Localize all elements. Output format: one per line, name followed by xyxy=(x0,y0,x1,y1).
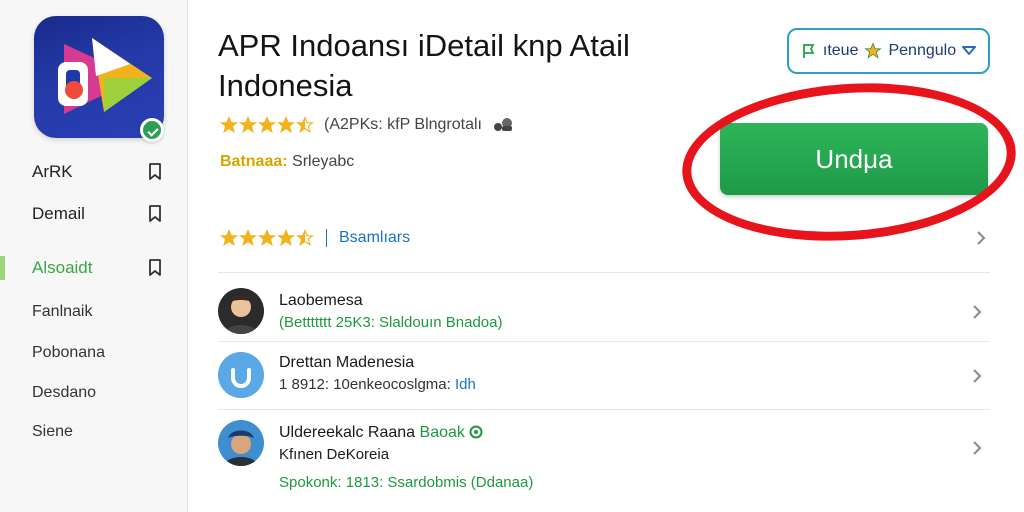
chevron-right-icon[interactable] xyxy=(972,368,982,384)
bookmark-icon[interactable] xyxy=(148,163,162,181)
star-icon xyxy=(296,229,314,247)
sidebar-item-label: Siene xyxy=(32,423,73,440)
avatar xyxy=(218,352,264,398)
sidebar-item-3[interactable]: Fanlnaik xyxy=(0,294,188,330)
avatar xyxy=(218,288,264,334)
list-item-subtitle: (Bettttttt 25K3: Slaldouın Bnadoa) xyxy=(279,314,503,331)
app-title-line-2: Indonesia xyxy=(218,68,353,103)
app-rating-row: (A2PKs: kfP Blngrotalı xyxy=(220,116,514,134)
list-item[interactable]: Laobemesa (Bettttttt 25K3: Slaldouın Bna… xyxy=(218,286,990,338)
language-label-2: Penngulo xyxy=(888,42,957,59)
chevron-right-icon[interactable] xyxy=(972,440,982,456)
list-item[interactable]: Uldereekalc Raana Baoak Kfınen DeKoreia … xyxy=(218,420,990,496)
star-icon xyxy=(277,116,295,134)
sidebar-item-4[interactable]: Pobonana xyxy=(0,335,188,371)
star-icon xyxy=(296,116,314,134)
review-rating-stars xyxy=(220,229,314,247)
app-title-line-1: APR Indoansı iDetail knp Atail xyxy=(218,28,630,63)
download-button[interactable]: Undμa xyxy=(720,123,988,195)
sidebar-item-5[interactable]: Desdano xyxy=(0,375,188,411)
language-label: ıteue xyxy=(822,42,859,59)
sidebar-item-0[interactable]: ArRK xyxy=(0,154,188,190)
star-icon xyxy=(277,229,295,247)
language-select-button[interactable]: ıteue Penngulo xyxy=(787,28,990,74)
list-item-subtitle-link[interactable]: Idh xyxy=(455,376,476,393)
avatar xyxy=(218,420,264,466)
share-icon[interactable] xyxy=(492,117,514,133)
star-icon xyxy=(239,229,257,247)
list-item-title: Laobemesa xyxy=(279,292,363,309)
rating-text: (A2PKs: kfP Blngrotalı xyxy=(324,116,482,133)
list-item-title: Drettan Madenesia xyxy=(279,354,415,371)
list-item-title: Uldereekalc Raana Baoak xyxy=(279,424,483,442)
sidebar-item-label: Fanlnaik xyxy=(32,303,93,320)
reviews-link[interactable]: Bsamlıars xyxy=(339,229,410,247)
divider xyxy=(218,272,990,273)
bookmark-icon[interactable] xyxy=(148,259,162,277)
review-summary[interactable]: Bsamlıars xyxy=(220,226,990,250)
sidebar-item-label: Alsoaidt xyxy=(32,258,93,277)
sidebar-item-label: Desdano xyxy=(32,384,97,401)
list-item-subtitle-text: 1 8912: 10enkeocoslgma: xyxy=(279,376,451,393)
page-title: APR Indoansı iDetail knp Atail Indonesia xyxy=(218,26,678,106)
list-item-title-text: Uldereekalc Raana xyxy=(279,424,416,441)
sidebar-item-2[interactable]: Alsoaidt xyxy=(0,250,188,286)
star-icon xyxy=(864,42,883,59)
star-icon xyxy=(220,229,238,247)
sidebar-item-1[interactable]: Demail xyxy=(0,196,188,232)
list-item[interactable]: Drettan Madenesia 1 8912: 10enkeocoslgma… xyxy=(218,350,990,402)
meta-value: Srleyabc xyxy=(292,153,355,170)
chevron-right-icon[interactable] xyxy=(972,304,982,320)
app-meta-row: Batnaaa: Srleyabc xyxy=(220,153,354,171)
chevron-down-icon xyxy=(962,46,977,55)
rating-stars xyxy=(220,116,314,134)
verified-badge-icon xyxy=(140,118,164,142)
list-item-subtitle: Spokonk: 1813: Ssardobmis (Ddanaa) xyxy=(279,474,534,491)
star-icon xyxy=(220,116,238,134)
list-item-subtitle: 1 8912: 10enkeocoslgma: Idh xyxy=(279,376,476,393)
list-item-tag: Baoak xyxy=(419,424,465,441)
sidebar-item-label: ArRK xyxy=(32,162,73,181)
list-item-title-2: Kfınen DeKoreia xyxy=(279,446,390,463)
bookmark-icon[interactable] xyxy=(148,205,162,223)
sidebar-item-label: Demail xyxy=(32,204,85,223)
separator xyxy=(326,229,327,247)
star-icon xyxy=(239,116,257,134)
chevron-right-icon[interactable] xyxy=(976,230,986,246)
star-icon xyxy=(258,229,276,247)
sidebar-item-label: Pobonana xyxy=(32,344,105,361)
verified-icon xyxy=(469,425,483,439)
star-icon xyxy=(258,116,276,134)
sidebar-item-6[interactable]: Siene xyxy=(0,414,188,450)
divider xyxy=(218,341,990,342)
divider xyxy=(218,409,990,410)
flag-icon xyxy=(802,44,815,58)
sidebar: ArRK Demail Alsoaidt Fanlnaik Pobonana D… xyxy=(0,0,188,512)
meta-key: Batnaaa: xyxy=(220,153,288,170)
